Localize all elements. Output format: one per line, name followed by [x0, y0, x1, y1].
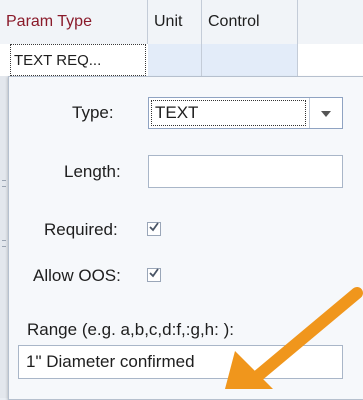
divider — [2, 246, 6, 247]
length-input[interactable] — [148, 155, 343, 188]
grid-header: Param Type Unit Control — [0, 0, 363, 45]
checkmark-icon — [148, 220, 160, 238]
allow-oos-checkbox[interactable] — [147, 268, 161, 282]
chevron-down-icon — [321, 104, 331, 122]
column-header-param-type[interactable]: Param Type — [0, 0, 148, 44]
allow-oos-label: Allow OOS: — [33, 266, 121, 285]
required-label: Required: — [44, 220, 118, 239]
param-type-cell[interactable]: TEXT REQ... — [10, 44, 146, 76]
length-label: Length: — [64, 162, 121, 181]
required-checkbox[interactable] — [147, 222, 161, 236]
column-header-unit[interactable]: Unit — [148, 0, 202, 44]
control-cell[interactable] — [202, 44, 298, 76]
type-dropdown-button[interactable] — [309, 98, 342, 128]
divider — [2, 180, 6, 181]
table-row[interactable]: TEXT REQ... — [0, 44, 363, 77]
column-header-control[interactable]: Control — [202, 0, 298, 44]
type-dropdown[interactable]: TEXT — [148, 97, 343, 129]
range-label: Range (e.g. a,b,c,d:f,:g,h: ): — [27, 320, 234, 339]
divider — [2, 186, 6, 187]
type-dropdown-value[interactable]: TEXT — [151, 100, 306, 126]
arrow-annotation-icon — [215, 285, 363, 395]
unit-cell[interactable] — [148, 44, 202, 76]
divider — [2, 240, 6, 241]
checkmark-icon — [148, 266, 160, 284]
type-label: Type: — [72, 103, 114, 122]
